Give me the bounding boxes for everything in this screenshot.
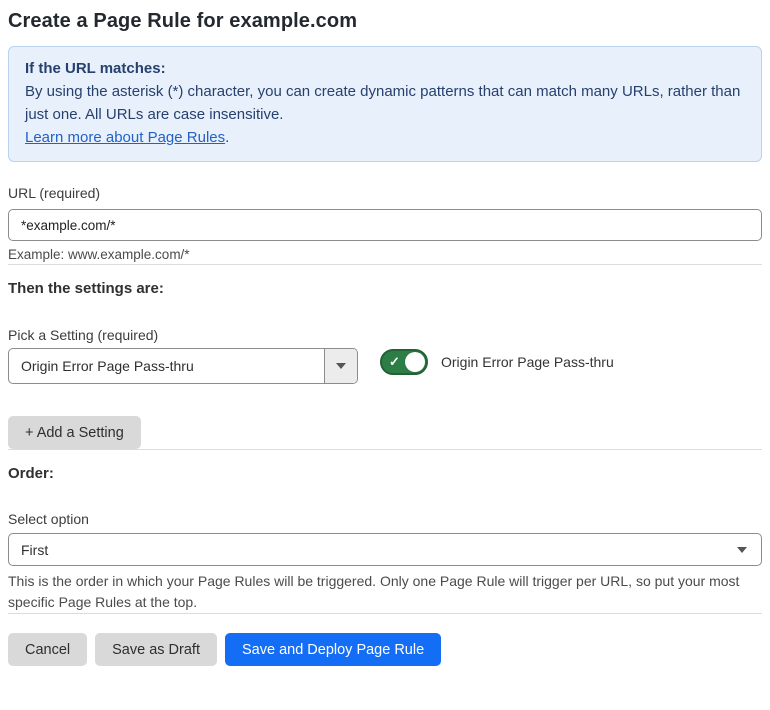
- caret-down-icon: [737, 546, 747, 553]
- check-icon: ✓: [389, 354, 400, 370]
- info-box-link-line: Learn more about Page Rules.: [25, 126, 745, 149]
- url-label: URL (required): [8, 185, 101, 201]
- add-setting-button[interactable]: + Add a Setting: [8, 416, 141, 449]
- setting-select[interactable]: Origin Error Page Pass-thru: [8, 348, 358, 384]
- setting-row: Origin Error Page Pass-thru ✓ Origin Err…: [8, 348, 762, 384]
- section-divider: [8, 613, 762, 614]
- url-example-hint: Example: www.example.com/*: [8, 247, 190, 262]
- order-help-text: This is the order in which your Page Rul…: [8, 573, 740, 610]
- setting-toggle-label: Origin Error Page Pass-thru: [441, 354, 614, 370]
- setting-select-value: Origin Error Page Pass-thru: [21, 358, 194, 374]
- create-page-rule-form: Create a Page Rule for example.com If th…: [0, 0, 770, 666]
- setting-select-arrow-button[interactable]: [324, 349, 357, 383]
- section-divider: [8, 449, 762, 450]
- section-divider: [8, 264, 762, 265]
- select-option-label: Select option: [8, 511, 89, 527]
- toggle-knob: [405, 352, 425, 372]
- save-and-deploy-button[interactable]: Save and Deploy Page Rule: [224, 633, 442, 666]
- save-as-draft-button[interactable]: Save as Draft: [95, 633, 217, 666]
- settings-section-heading: Then the settings are:: [8, 280, 164, 297]
- order-select[interactable]: First: [8, 533, 762, 566]
- setting-toggle-group: ✓ Origin Error Page Pass-thru: [380, 349, 614, 375]
- setting-toggle[interactable]: ✓: [380, 349, 428, 375]
- link-period: .: [225, 129, 230, 146]
- order-section-heading: Order:: [8, 465, 54, 482]
- caret-down-icon: [336, 363, 346, 369]
- footer-actions: Cancel Save as Draft Save and Deploy Pag…: [8, 633, 762, 666]
- info-box-heading: If the URL matches:: [25, 60, 166, 77]
- pick-setting-label: Pick a Setting (required): [8, 327, 159, 343]
- info-box-body: By using the asterisk (*) character, you…: [25, 83, 741, 123]
- order-select-value: First: [21, 541, 49, 558]
- url-input[interactable]: [8, 209, 762, 241]
- cancel-button[interactable]: Cancel: [8, 633, 88, 666]
- learn-more-link[interactable]: Learn more about Page Rules: [25, 129, 225, 146]
- url-matches-info-box: If the URL matches: By using the asteris…: [8, 46, 762, 162]
- page-title: Create a Page Rule for example.com: [8, 10, 358, 32]
